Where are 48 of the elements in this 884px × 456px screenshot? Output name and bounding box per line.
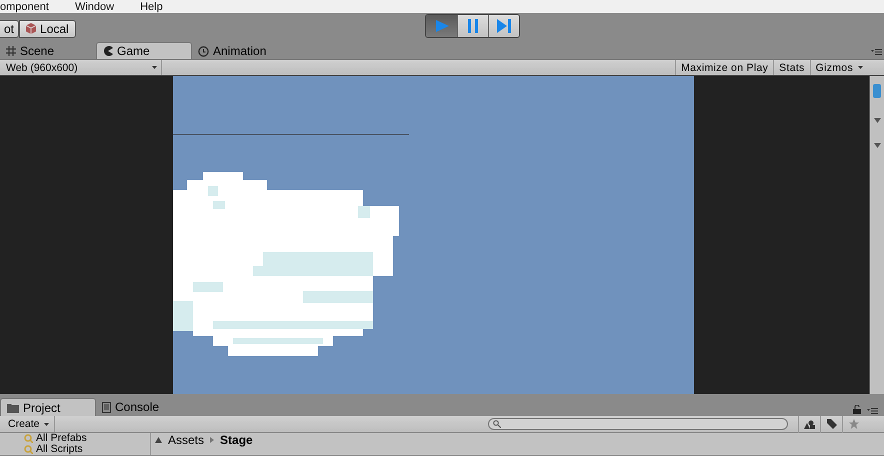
breadcrumb-link[interactable]: Assets [168, 433, 204, 447]
search-icon [24, 434, 33, 443]
tab[interactable]: Console [96, 398, 192, 416]
scroll-up-icon[interactable] [155, 437, 162, 443]
caret-icon [858, 66, 863, 69]
toolbar-button[interactable]: Gizmos [810, 60, 868, 75]
cylinder-icon [873, 84, 881, 98]
caret-icon [44, 422, 49, 426]
tab[interactable]: Game [96, 42, 192, 59]
pause-button[interactable] [457, 15, 488, 37]
step-button[interactable] [488, 15, 519, 37]
create-dropdown[interactable]: Create [0, 416, 55, 432]
play-icon [434, 19, 448, 33]
tab[interactable]: Animation [192, 43, 288, 59]
clock-icon [198, 46, 209, 56]
toolbar-button[interactable]: ot [0, 20, 20, 38]
toolbar-button[interactable]: Stats [773, 60, 810, 75]
triangle-icon [874, 143, 880, 148]
caret-icon [152, 66, 157, 69]
menu-item[interactable]: omponent [0, 0, 49, 12]
pacman-icon [103, 46, 113, 56]
star-icon [848, 419, 858, 429]
resolution-dropdown[interactable]: Web (960x600) [0, 60, 162, 75]
shapes-icon [804, 420, 815, 428]
breadcrumb-link[interactable]: Stage [220, 433, 253, 447]
pause-icon [468, 19, 478, 33]
triangle-icon [874, 118, 880, 123]
search-field[interactable] [488, 418, 788, 430]
step-icon [497, 19, 511, 33]
cube-icon [26, 23, 36, 34]
tree-item[interactable]: All Prefabs [24, 433, 150, 444]
tag-icon [826, 419, 836, 429]
folder-icon [7, 402, 19, 412]
menu-icon[interactable] [871, 49, 882, 55]
lock-icon[interactable] [853, 405, 861, 414]
chevron-right-icon [210, 437, 214, 443]
toolbar-button[interactable]: Local [19, 20, 76, 38]
menu-item[interactable]: Window [74, 0, 114, 12]
search-icon [24, 445, 33, 454]
menu-icon[interactable] [867, 408, 878, 414]
search-icon [493, 420, 501, 428]
tab[interactable]: Project [0, 398, 96, 416]
menu-item[interactable]: Help [140, 0, 163, 12]
grid-icon [6, 46, 16, 56]
document-icon [102, 402, 111, 412]
toolbar-button[interactable]: Maximize on Play [675, 60, 774, 75]
tree-item[interactable]: All Scripts [24, 444, 150, 455]
tab[interactable]: Scene [0, 43, 96, 59]
